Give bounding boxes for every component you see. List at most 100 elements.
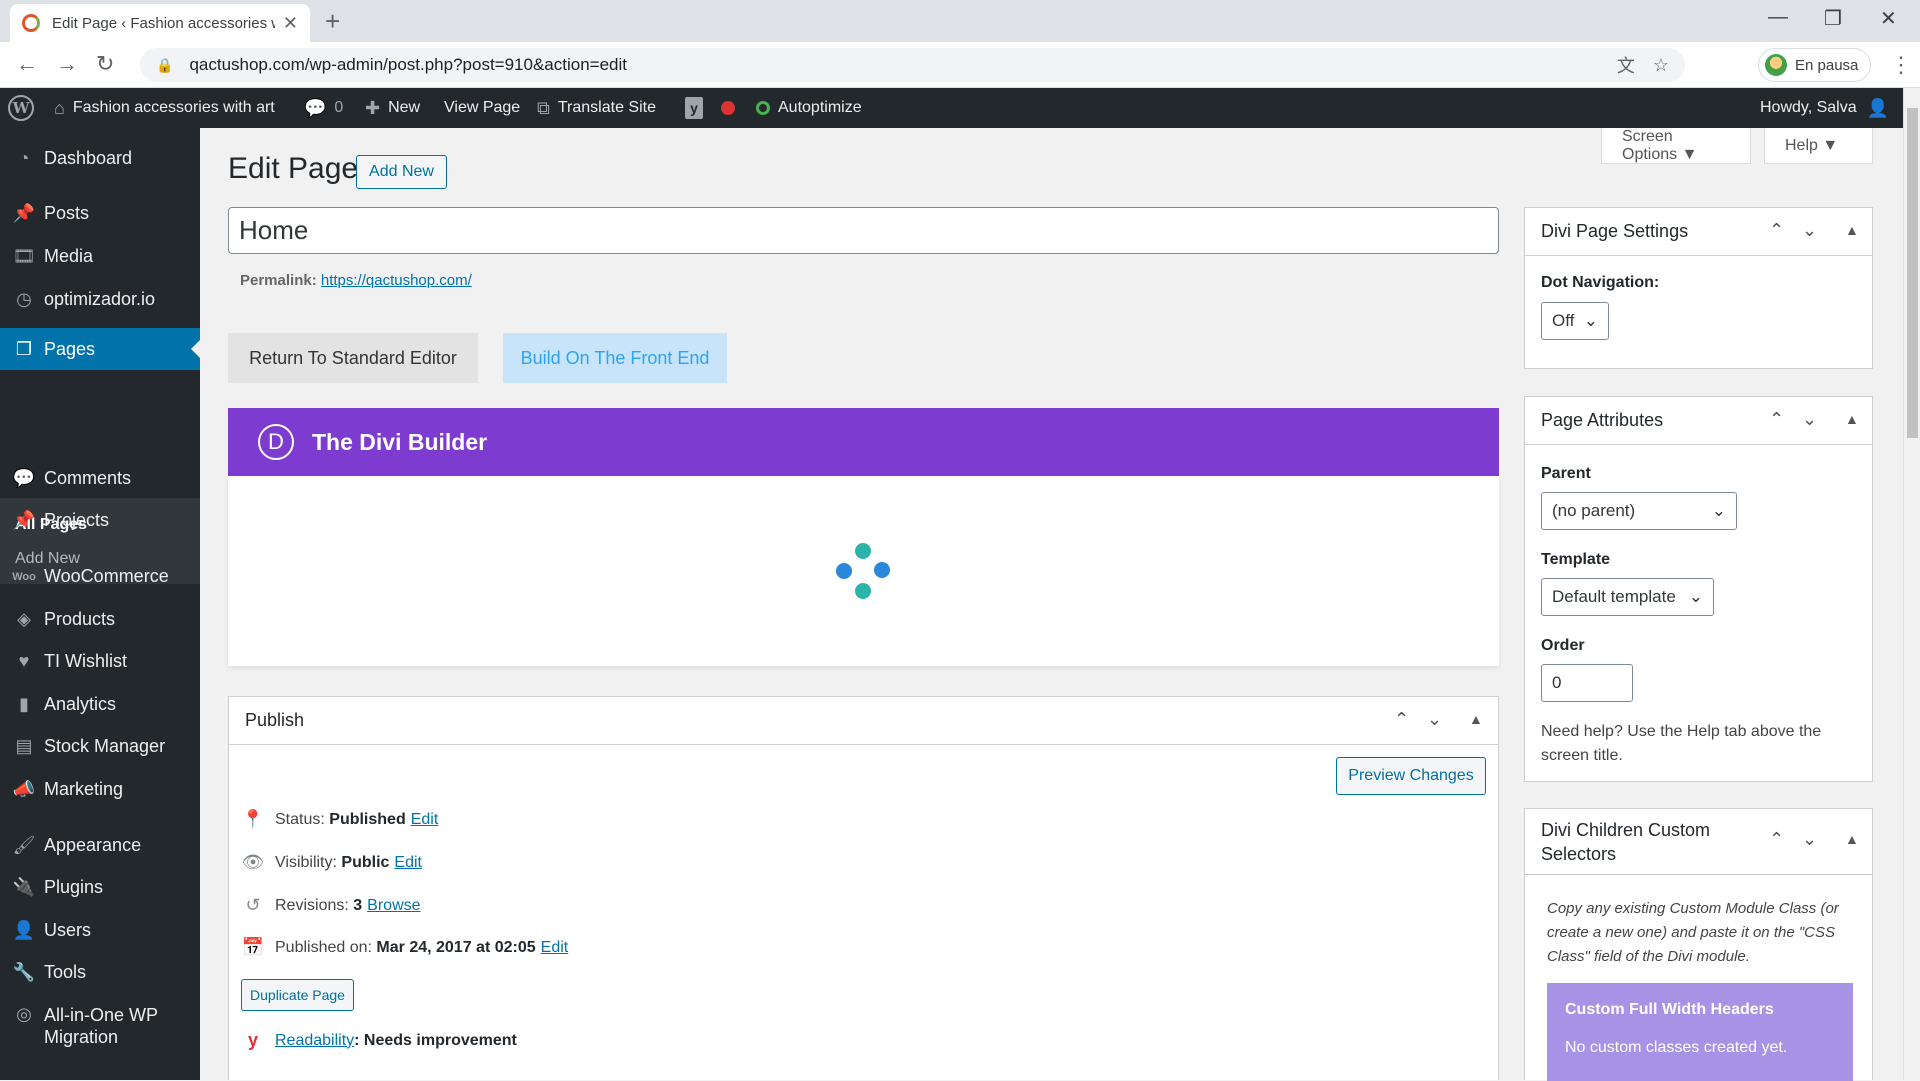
edit-date-link[interactable]: Edit	[541, 939, 569, 957]
url-text[interactable]: qactushop.com/wp-admin/post.php?post=910…	[189, 55, 1598, 75]
page-title: Edit Page	[228, 152, 359, 185]
comment-bubble-icon: 💬	[304, 97, 327, 118]
edit-visibility-link[interactable]: Edit	[394, 854, 422, 872]
move-down-icon[interactable]: ⌄	[1802, 220, 1817, 241]
tab-title: Edit Page ‹ Fashion accessories w	[52, 14, 275, 32]
sidebar-item-dashboard[interactable]: ◔ Dashboard	[0, 148, 200, 169]
collapse-toggle-icon[interactable]: ▲	[1845, 411, 1859, 427]
translate-site-link[interactable]: ⧉ Translate Site	[537, 88, 656, 128]
autoptimize-status-icon	[756, 101, 770, 115]
template-select[interactable]: Default template ⌄	[1541, 578, 1714, 616]
yoast-readability-icon: y	[247, 1030, 258, 1050]
view-page-link[interactable]: View Page	[444, 88, 520, 128]
sidebar-item-users[interactable]: 👤 Users	[0, 920, 200, 941]
translate-icon[interactable]: 文	[1617, 52, 1635, 78]
order-label: Order	[1541, 637, 1585, 654]
move-down-icon[interactable]: ⌄	[1802, 409, 1817, 430]
brush-icon: 🖌	[12, 835, 36, 855]
move-up-icon[interactable]: ⌃	[1769, 220, 1784, 241]
address-toolbar: ← → ↻ 🔒 qactushop.com/wp-admin/post.php?…	[0, 42, 1920, 88]
home-icon: ⌂	[54, 97, 65, 118]
comments-link[interactable]: 💬 0	[304, 88, 343, 128]
divi-builder-canvas	[228, 476, 1499, 666]
lock-icon[interactable]: 🔒	[156, 57, 173, 74]
account-menu[interactable]: Howdy, Salva 👤	[1760, 88, 1889, 128]
plus-icon: ✚	[365, 97, 381, 118]
site-name-link[interactable]: ⌂ Fashion accessories with art	[54, 88, 275, 128]
move-up-icon[interactable]: ⌃	[1769, 829, 1784, 850]
loading-spinner-dot	[836, 563, 852, 579]
close-window-icon[interactable]: ✕	[1880, 6, 1897, 31]
forward-icon[interactable]: →	[56, 51, 78, 77]
sidebar-item-woocommerce[interactable]: Woo WooCommerce	[0, 566, 200, 587]
collapse-toggle-icon[interactable]: ▲	[1845, 831, 1859, 847]
collapse-toggle-icon[interactable]: ▲	[1469, 711, 1483, 727]
order-input[interactable]: 0	[1541, 664, 1633, 702]
bookmark-star-icon[interactable]: ☆	[1653, 55, 1669, 76]
sidebar-item-stock-manager[interactable]: ▤ Stock Manager	[0, 736, 200, 757]
pin-icon: 📌	[12, 510, 36, 530]
profile-button[interactable]: En pausa	[1758, 48, 1871, 82]
new-tab-icon[interactable]: +	[325, 6, 340, 37]
yoast-menu[interactable]: y	[685, 88, 703, 128]
sidebar-item-analytics[interactable]: ▮ Analytics	[0, 694, 200, 715]
post-title-input[interactable]: Home	[228, 207, 1499, 254]
permalink-link[interactable]: https://qactushop.com/	[321, 272, 472, 289]
preview-changes-button[interactable]: Preview Changes	[1336, 757, 1486, 795]
add-new-button[interactable]: Add New	[356, 155, 447, 189]
readability-link[interactable]: Readability	[275, 1032, 354, 1050]
return-standard-editor-button[interactable]: Return To Standard Editor	[228, 333, 478, 383]
publish-title: Publish	[245, 710, 305, 730]
screen-options-button[interactable]: Screen Options ▼	[1601, 128, 1751, 164]
sidebar-item-plugins[interactable]: 🔌 Plugins	[0, 877, 200, 898]
build-front-end-button[interactable]: Build On The Front End	[503, 333, 727, 383]
move-up-icon[interactable]: ⌃	[1394, 709, 1409, 730]
calendar-icon: 📅	[241, 937, 265, 957]
comment-icon: 💬	[12, 468, 36, 488]
move-up-icon[interactable]: ⌃	[1769, 409, 1784, 430]
page-scrollbar[interactable]	[1903, 88, 1920, 1080]
minimize-icon[interactable]: —	[1768, 6, 1788, 29]
browser-menu-icon[interactable]: ⋮	[1890, 52, 1912, 78]
new-content-link[interactable]: ✚ New	[365, 88, 420, 128]
scrollbar-thumb[interactable]	[1907, 108, 1918, 438]
sidebar-item-comments[interactable]: 💬 Comments	[0, 468, 200, 489]
duplicate-page-button[interactable]: Duplicate Page	[241, 979, 354, 1011]
sidebar-item-marketing[interactable]: 📣 Marketing	[0, 779, 200, 800]
plug-icon: 🔌	[12, 877, 36, 897]
autoptimize-link[interactable]: Autoptimize	[756, 88, 862, 128]
sidebar-item-posts[interactable]: 📌 Posts	[0, 203, 200, 224]
sidebar-item-media[interactable]: 🎞 Media	[0, 246, 200, 267]
back-icon[interactable]: ←	[16, 51, 38, 77]
seo-status-dot[interactable]	[721, 88, 735, 128]
browser-tabstrip: Edit Page ‹ Fashion accessories w ✕ + — …	[0, 0, 1920, 42]
parent-label: Parent	[1541, 465, 1591, 482]
sidebar-item-projects[interactable]: 📌 Projects	[0, 510, 200, 531]
sidebar-item-ti-wishlist[interactable]: ♥ TI Wishlist	[0, 651, 200, 672]
pin-icon: 📌	[12, 203, 36, 223]
restore-icon[interactable]: ❐	[1824, 6, 1842, 31]
move-down-icon[interactable]: ⌄	[1427, 709, 1442, 730]
address-bar[interactable]: 🔒 qactushop.com/wp-admin/post.php?post=9…	[140, 48, 1685, 82]
wordpress-logo-icon[interactable]: W	[8, 88, 34, 128]
sidebar-item-pages[interactable]: ❐ Pages	[0, 328, 200, 370]
browser-tab[interactable]: Edit Page ‹ Fashion accessories w ✕	[10, 4, 310, 42]
collapse-toggle-icon[interactable]: ▲	[1845, 222, 1859, 238]
parent-select[interactable]: (no parent) ⌄	[1541, 492, 1737, 530]
dot-navigation-select[interactable]: Off ⌄	[1541, 302, 1609, 340]
sidebar-item-tools[interactable]: 🔧 Tools	[0, 962, 200, 983]
close-tab-icon[interactable]: ✕	[283, 13, 298, 34]
red-status-icon	[721, 101, 735, 115]
help-button[interactable]: Help ▼	[1764, 128, 1873, 164]
reload-icon[interactable]: ↻	[96, 51, 114, 77]
move-down-icon[interactable]: ⌄	[1802, 829, 1817, 850]
sidebar-item-optimizador[interactable]: ◷ optimizador.io	[0, 289, 200, 310]
dot-navigation-label: Dot Navigation:	[1541, 274, 1660, 291]
custom-full-width-headers-card[interactable]: Custom Full Width Headers No custom clas…	[1547, 983, 1853, 1081]
edit-status-link[interactable]: Edit	[411, 811, 439, 829]
sidebar-item-appearance[interactable]: 🖌 Appearance	[0, 835, 200, 856]
sidebar-item-all-in-one-migration[interactable]: ◎ All-in-One WP Migration	[0, 1004, 200, 1048]
browse-revisions-link[interactable]: Browse	[367, 897, 420, 915]
sidebar-item-products[interactable]: ◈ Products	[0, 609, 200, 630]
pin-icon: 📍	[241, 809, 265, 829]
